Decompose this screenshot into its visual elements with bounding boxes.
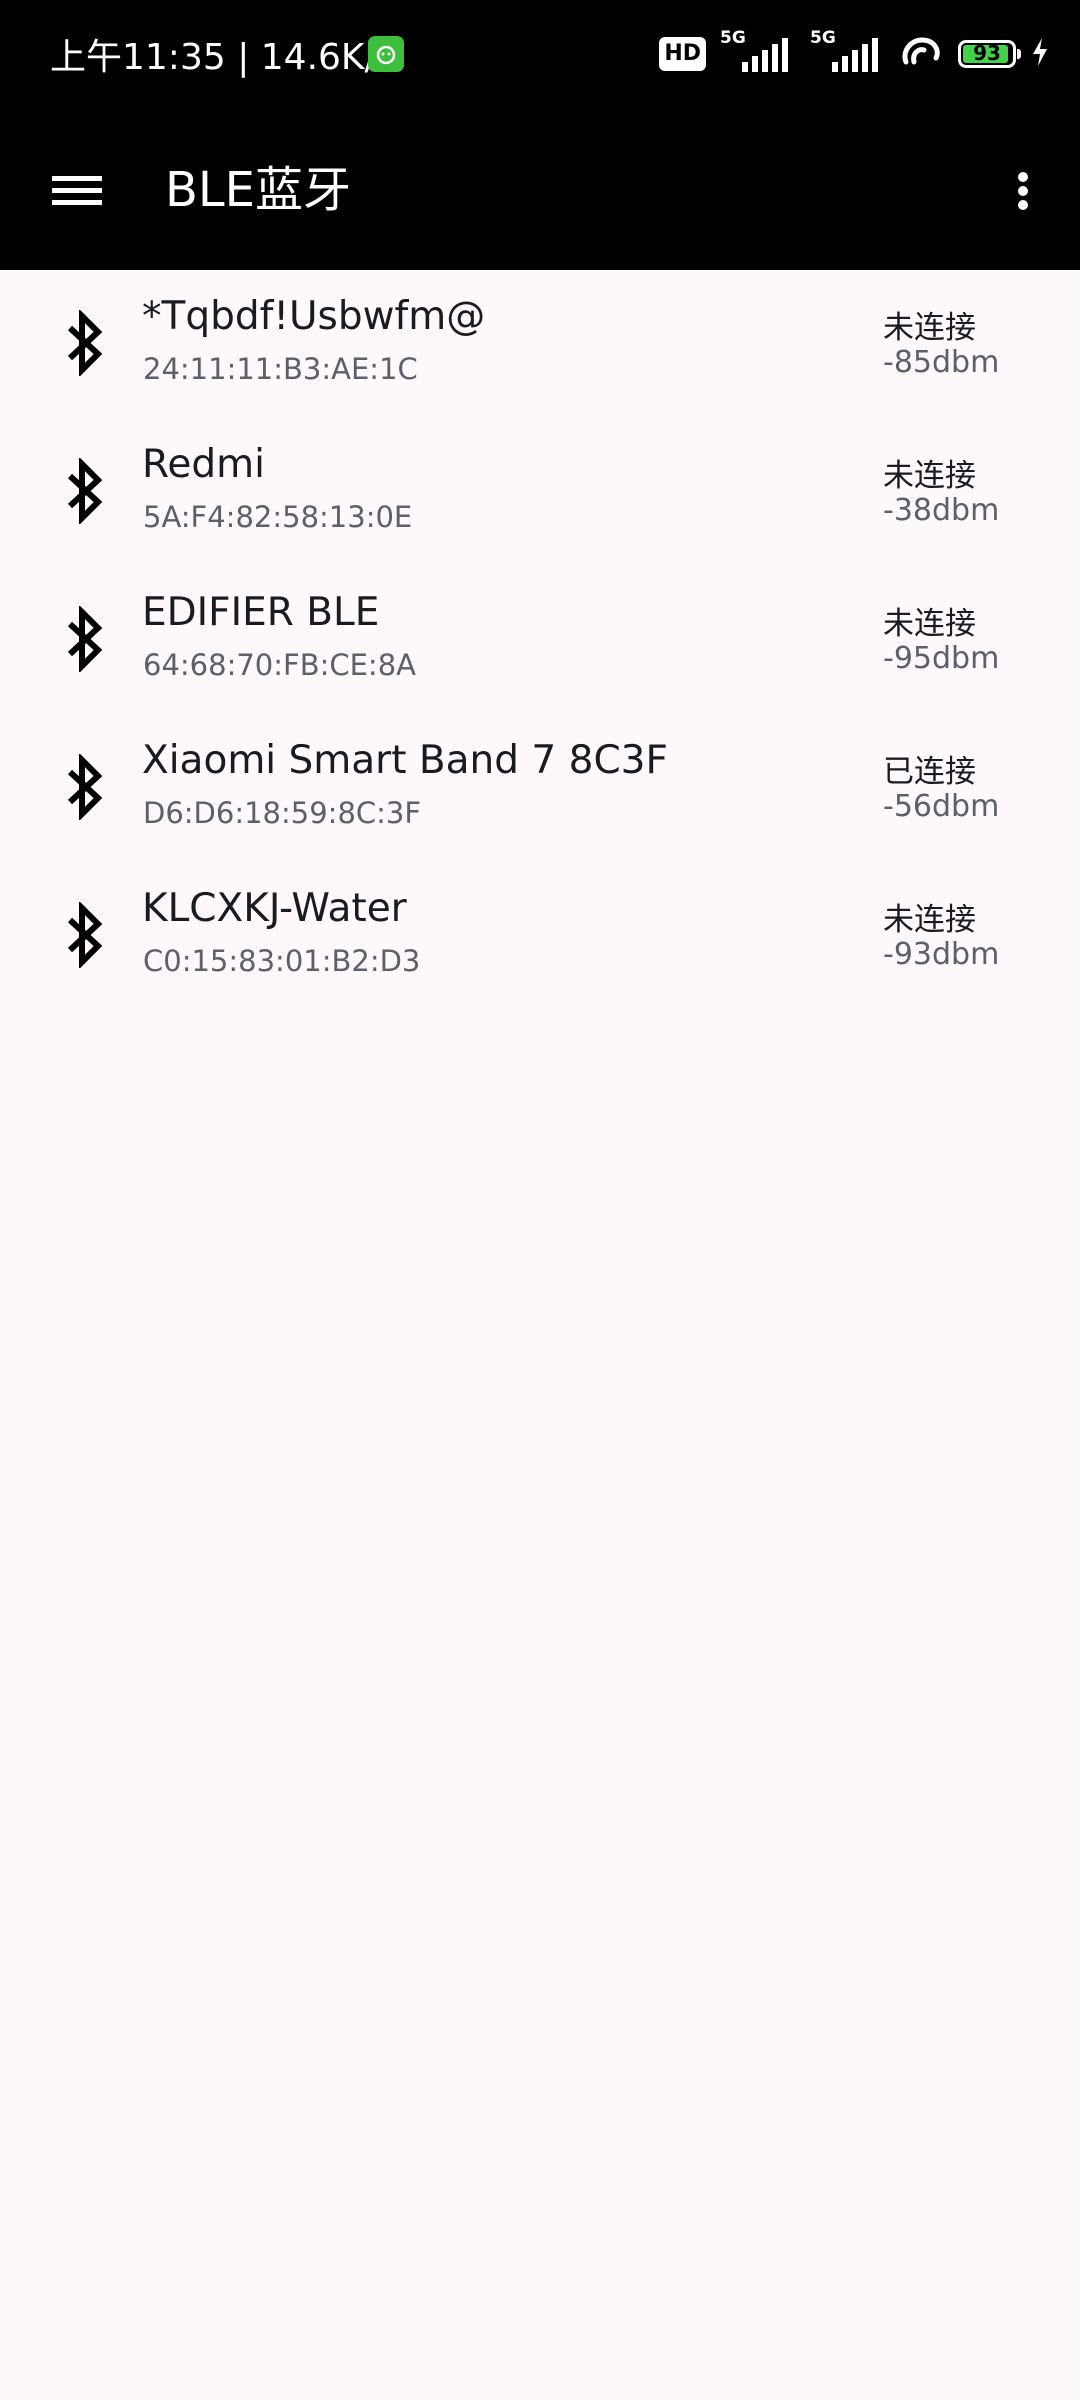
device-signal-strength: -93dbm xyxy=(883,937,1000,972)
device-name: *Tqbdf!Usbwfm@ xyxy=(142,294,486,339)
battery-percent: 93 xyxy=(973,41,1001,65)
status-time-speed: 上午11:35 | 14.6K/s xyxy=(50,37,396,78)
device-list-item[interactable]: *Tqbdf!Usbwfm@ 24:11:11:B3:AE:1C 未连接 -85… xyxy=(0,270,1080,418)
device-connection-status: 已连接 xyxy=(883,754,976,790)
bluetooth-icon xyxy=(58,900,114,970)
device-connection-status: 未连接 xyxy=(883,606,976,642)
device-connection-status: 未连接 xyxy=(883,458,976,494)
bluetooth-icon xyxy=(58,308,114,378)
app-bar: BLE蓝牙 xyxy=(0,110,1080,270)
device-name: Xiaomi Smart Band 7 8C3F xyxy=(142,738,668,783)
sim2-network-label: 5G xyxy=(810,28,836,48)
device-connection-status: 未连接 xyxy=(883,902,976,938)
device-mac-address: 64:68:70:FB:CE:8A xyxy=(143,648,416,682)
device-connection-status: 未连接 xyxy=(883,310,976,346)
page-title: BLE蓝牙 xyxy=(165,162,352,218)
device-list-item[interactable]: Xiaomi Smart Band 7 8C3F D6:D6:18:59:8C:… xyxy=(0,714,1080,862)
wifi-link-icon xyxy=(900,34,944,74)
device-list-item[interactable]: Redmi 5A:F4:82:58:13:0E 未连接 -38dbm xyxy=(0,418,1080,566)
status-bar: 上午11:35 | 14.6K/s HD 5G 5G 93 xyxy=(0,0,1080,110)
device-name: Redmi xyxy=(142,442,265,487)
device-signal-strength: -95dbm xyxy=(883,641,1000,676)
device-mac-address: 24:11:11:B3:AE:1C xyxy=(143,352,418,386)
app-notification-icon xyxy=(368,36,404,72)
signal-sim2-icon: 5G xyxy=(810,28,886,74)
device-name: KLCXKJ-Water xyxy=(142,886,407,931)
bluetooth-icon xyxy=(58,604,114,674)
device-list-item[interactable]: EDIFIER BLE 64:68:70:FB:CE:8A 未连接 -95dbm xyxy=(0,566,1080,714)
hamburger-menu-icon xyxy=(52,176,102,205)
signal-sim1-icon: 5G xyxy=(720,28,796,74)
device-signal-strength: -85dbm xyxy=(883,345,1000,380)
more-vertical-icon xyxy=(1018,172,1028,210)
device-mac-address: 5A:F4:82:58:13:0E xyxy=(143,500,413,534)
menu-button[interactable] xyxy=(36,150,116,230)
charging-icon xyxy=(1030,36,1050,72)
battery-icon: 93 xyxy=(958,40,1021,68)
device-name: EDIFIER BLE xyxy=(142,590,380,635)
sim1-network-label: 5G xyxy=(720,28,746,48)
device-list-item[interactable]: KLCXKJ-Water C0:15:83:01:B2:D3 未连接 -93db… xyxy=(0,862,1080,1010)
device-signal-strength: -38dbm xyxy=(883,493,1000,528)
device-mac-address: D6:D6:18:59:8C:3F xyxy=(143,796,422,830)
bluetooth-icon xyxy=(58,752,114,822)
hd-voice-icon: HD xyxy=(659,37,706,71)
bluetooth-icon xyxy=(58,456,114,526)
device-list: *Tqbdf!Usbwfm@ 24:11:11:B3:AE:1C 未连接 -85… xyxy=(0,270,1080,1010)
overflow-menu-button[interactable] xyxy=(992,150,1052,230)
device-mac-address: C0:15:83:01:B2:D3 xyxy=(143,944,421,978)
device-signal-strength: -56dbm xyxy=(883,789,1000,824)
status-icons: HD 5G 5G 93 xyxy=(659,28,1050,78)
